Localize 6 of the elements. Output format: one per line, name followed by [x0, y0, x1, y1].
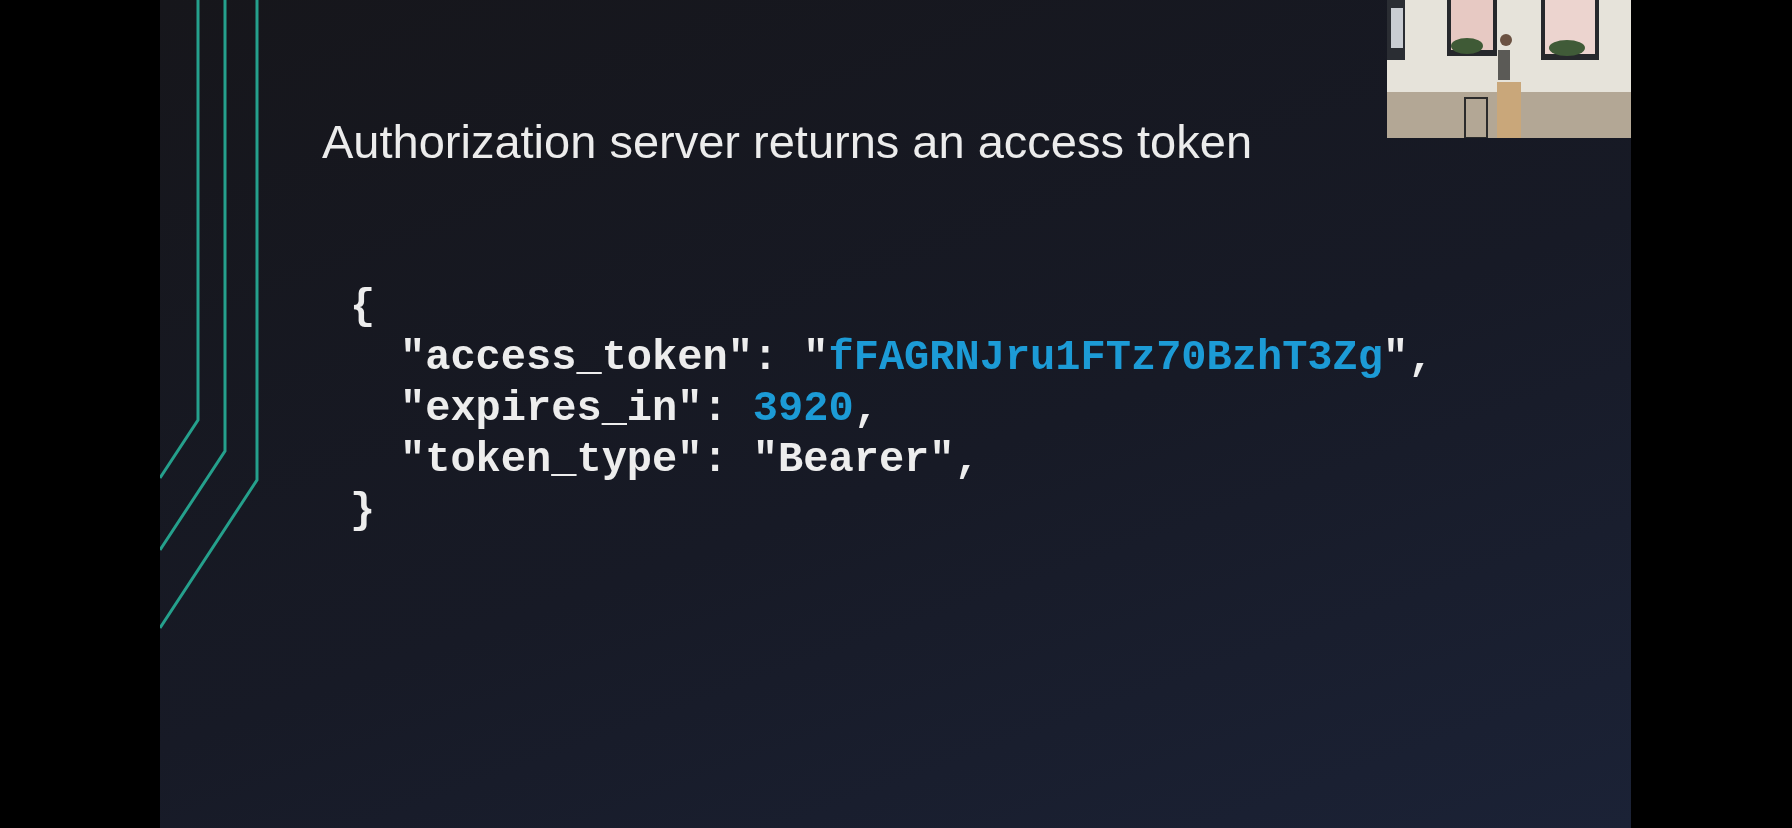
code-line: { [350, 282, 376, 333]
code-line: } [350, 486, 376, 537]
slide-title: Authorization server returns an access token [322, 114, 1253, 170]
code-line: "access_token": "fFAGRNJru1FTz70BzhT3Zg", [400, 333, 1434, 384]
code-line: "expires_in": 3920, [400, 384, 879, 435]
code-line: "token_type": "Bearer", [400, 435, 980, 486]
